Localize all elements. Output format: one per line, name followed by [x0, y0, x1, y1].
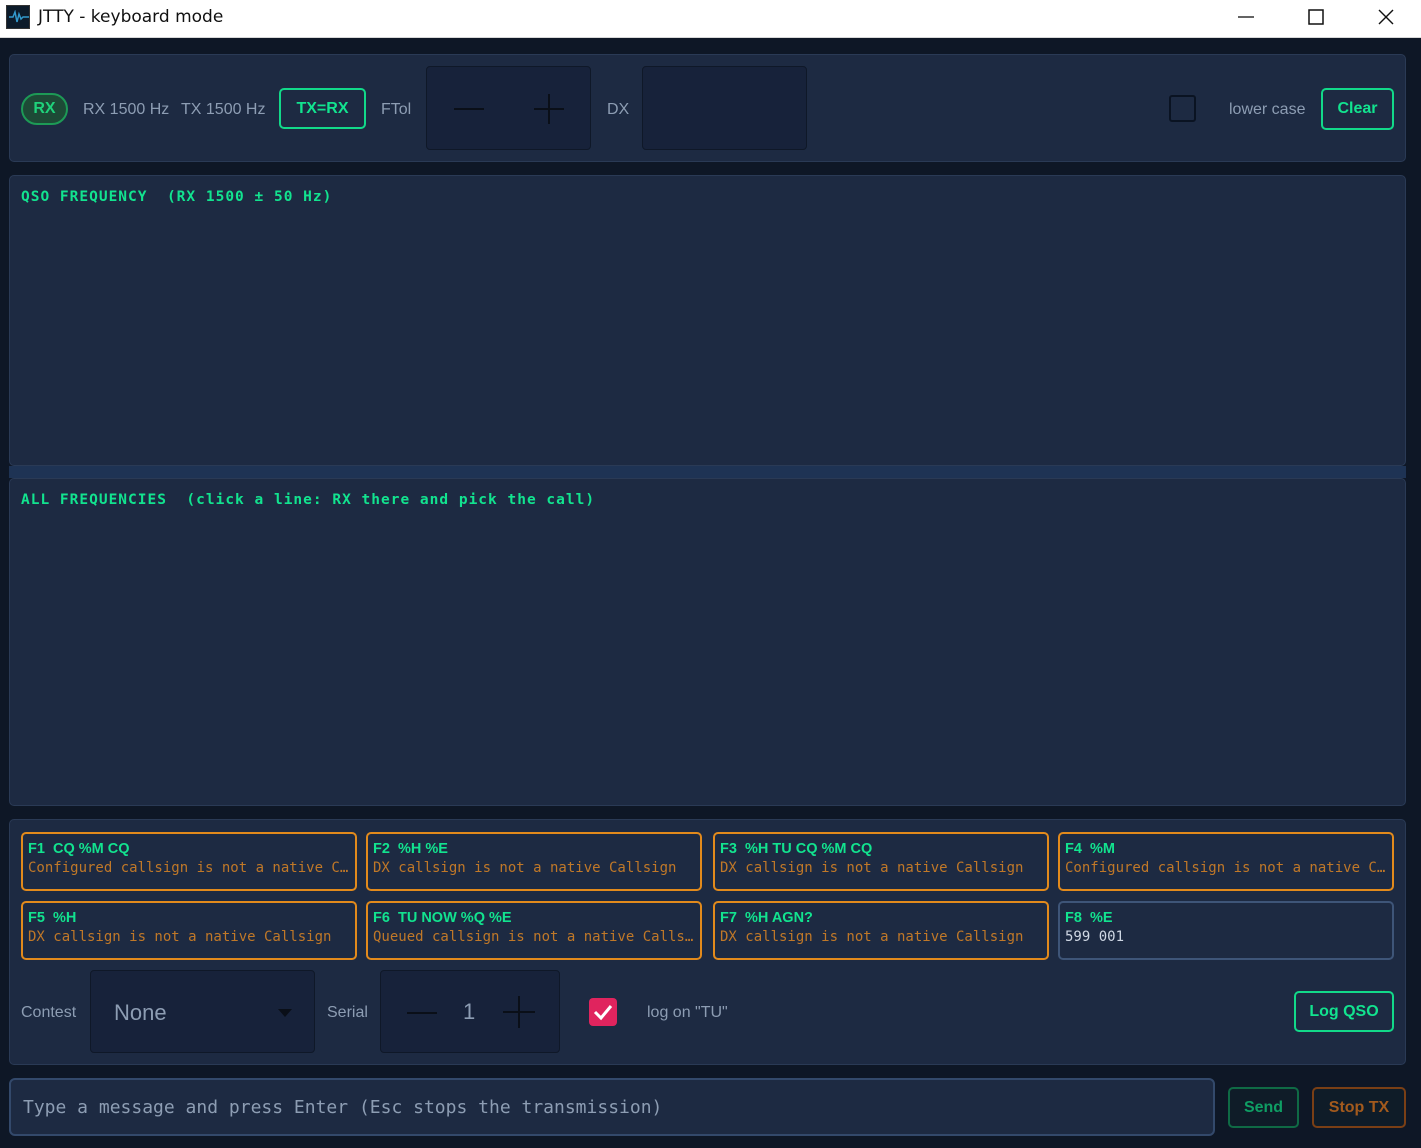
- minus-icon[interactable]: [454, 94, 484, 124]
- macro-subtitle: DX callsign is not a native Callsign: [720, 860, 1024, 876]
- macro-title: F6 TU NOW %Q %E: [373, 910, 512, 926]
- lower-case-checkbox[interactable]: [1169, 95, 1196, 122]
- maximize-button[interactable]: [1281, 0, 1351, 34]
- tx-equals-rx-button[interactable]: TX=RX: [279, 88, 366, 129]
- maximize-icon: [1308, 9, 1324, 25]
- qso-frequency-panel[interactable]: [9, 175, 1406, 466]
- macro-button-f1[interactable]: F1 CQ %M CQ Configured callsign is not a…: [21, 832, 357, 891]
- tx-frequency: TX 1500 Hz: [181, 101, 266, 118]
- panel-splitter[interactable]: [9, 466, 1406, 478]
- serial-value[interactable]: 1: [463, 999, 475, 1025]
- minimize-icon: [1238, 16, 1254, 18]
- check-icon: [593, 1005, 613, 1021]
- log-on-tu-label: log on "TU": [647, 1004, 728, 1021]
- macro-button-f4[interactable]: F4 %M Configured callsign is not a nativ…: [1058, 832, 1394, 891]
- contest-select[interactable]: None: [90, 970, 315, 1053]
- macro-button-f5[interactable]: F5 %H DX callsign is not a native Callsi…: [21, 901, 357, 960]
- log-qso-button[interactable]: Log QSO: [1294, 991, 1394, 1032]
- chevron-down-icon: [278, 1009, 292, 1017]
- serial-label: Serial: [327, 1004, 368, 1021]
- rx-indicator[interactable]: RX: [21, 93, 68, 125]
- macro-title: F2 %H %E: [373, 841, 448, 857]
- macro-subtitle: DX callsign is not a native Callsign: [373, 860, 677, 876]
- macro-title: F5 %H: [28, 910, 77, 926]
- macro-button-f2[interactable]: F2 %H %E DX callsign is not a native Cal…: [366, 832, 702, 891]
- macro-subtitle: Queued callsign is not a native Callsign: [373, 929, 695, 945]
- app-icon: [6, 5, 30, 29]
- macro-subtitle: 599 001: [1065, 929, 1125, 945]
- macro-button-f7[interactable]: F7 %H AGN? DX callsign is not a native C…: [713, 901, 1049, 960]
- macro-title: F8 %E: [1065, 910, 1113, 926]
- dx-label: DX: [607, 101, 630, 118]
- lower-case-label: lower case: [1229, 101, 1306, 118]
- contest-select-value: None: [114, 1000, 167, 1025]
- all-frequencies-title: ALL FREQUENCIES (click a line: RX there …: [21, 492, 596, 508]
- contest-label: Contest: [21, 1004, 77, 1021]
- dx-callsign-field[interactable]: [642, 66, 807, 150]
- clear-button[interactable]: Clear: [1321, 88, 1394, 130]
- plus-icon[interactable]: [503, 996, 535, 1028]
- macro-button-f8[interactable]: F8 %E 599 001: [1058, 901, 1394, 960]
- minus-icon[interactable]: [407, 998, 437, 1028]
- qso-frequency-title: QSO FREQUENCY (RX 1500 ± 50 Hz): [21, 189, 333, 205]
- log-on-tu-checkbox[interactable]: [589, 998, 617, 1026]
- ftol-stepper: [426, 66, 591, 150]
- macro-subtitle: Configured callsign is not a native Call…: [1065, 860, 1387, 876]
- window-title: JTTY - keyboard mode: [38, 7, 224, 27]
- send-button[interactable]: Send: [1228, 1087, 1299, 1128]
- minimize-button[interactable]: [1211, 0, 1281, 34]
- close-icon: [1378, 9, 1394, 25]
- macro-subtitle: Configured callsign is not a native Call…: [28, 860, 350, 876]
- macro-title: F3 %H TU CQ %M CQ: [720, 841, 873, 857]
- all-frequencies-panel[interactable]: [9, 478, 1406, 806]
- close-button[interactable]: [1351, 0, 1421, 34]
- serial-stepper: 1: [380, 970, 560, 1053]
- plus-icon[interactable]: [534, 94, 564, 124]
- macro-button-f6[interactable]: F6 TU NOW %Q %E Queued callsign is not a…: [366, 901, 702, 960]
- message-input-container: [9, 1078, 1215, 1136]
- title-bar: JTTY - keyboard mode: [0, 0, 1421, 38]
- message-input[interactable]: [23, 1092, 1193, 1122]
- stop-tx-button[interactable]: Stop TX: [1312, 1087, 1406, 1128]
- macro-title: F1 CQ %M CQ: [28, 841, 130, 857]
- macro-title: F7 %H AGN?: [720, 910, 813, 926]
- macro-title: F4 %M: [1065, 841, 1115, 857]
- ftol-label: FTol: [381, 101, 412, 118]
- macro-subtitle: DX callsign is not a native Callsign: [720, 929, 1024, 945]
- macro-button-f3[interactable]: F3 %H TU CQ %M CQ DX callsign is not a n…: [713, 832, 1049, 891]
- macro-subtitle: DX callsign is not a native Callsign: [28, 929, 332, 945]
- rx-frequency: RX 1500 Hz: [83, 101, 170, 118]
